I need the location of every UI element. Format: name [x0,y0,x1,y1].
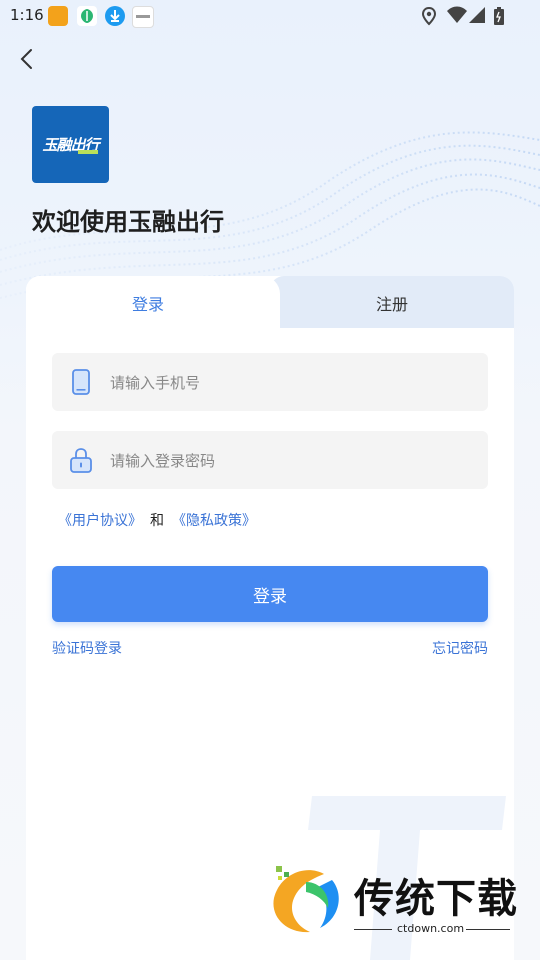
watermark-title: 传统下载 [354,876,518,922]
battery-icon [494,7,504,25]
watermark-url: ctdown.com [397,922,465,935]
notification-app-icon [77,6,97,26]
tab-login[interactable]: 登录 [26,291,270,315]
notification-app-icon [48,6,68,26]
app-logo: 玉融出行 [32,106,109,183]
password-input[interactable] [108,431,472,491]
watermark-logo-icon [273,866,339,933]
phone-field[interactable] [52,353,488,413]
login-button[interactable]: 登录 [52,566,488,622]
privacy-policy-link[interactable]: 《隐私政策》 [172,513,256,529]
signal-icon [469,7,485,23]
user-agreement-link[interactable]: 《用户协议》 [58,513,142,529]
logo-accent-bar [78,150,98,154]
watermark-divider-left [354,929,392,930]
location-icon [421,6,437,26]
status-bar: 1:16 [0,0,540,32]
watermark: 传统下载 ctdown.com [266,860,526,940]
password-field[interactable] [52,431,488,491]
download-notification-icon [105,6,125,26]
forgot-password-link[interactable]: 忘记密码 [432,638,488,658]
agreement-line: 《用户协议》和《隐私政策》 [58,510,256,530]
agreement-and: 和 [150,513,164,529]
phone-input[interactable] [108,353,472,413]
status-time: 1:16 [10,6,44,24]
welcome-title: 欢迎使用玉融出行 [32,208,224,236]
notification-app-icon [132,6,154,28]
lock-icon [70,448,92,473]
sms-login-link[interactable]: 验证码登录 [52,638,122,658]
watermark-divider-right [466,929,510,930]
phone-icon [72,369,90,395]
tab-register[interactable]: 注册 [270,291,514,315]
wifi-icon [447,6,467,23]
back-chevron-icon[interactable] [14,46,40,72]
